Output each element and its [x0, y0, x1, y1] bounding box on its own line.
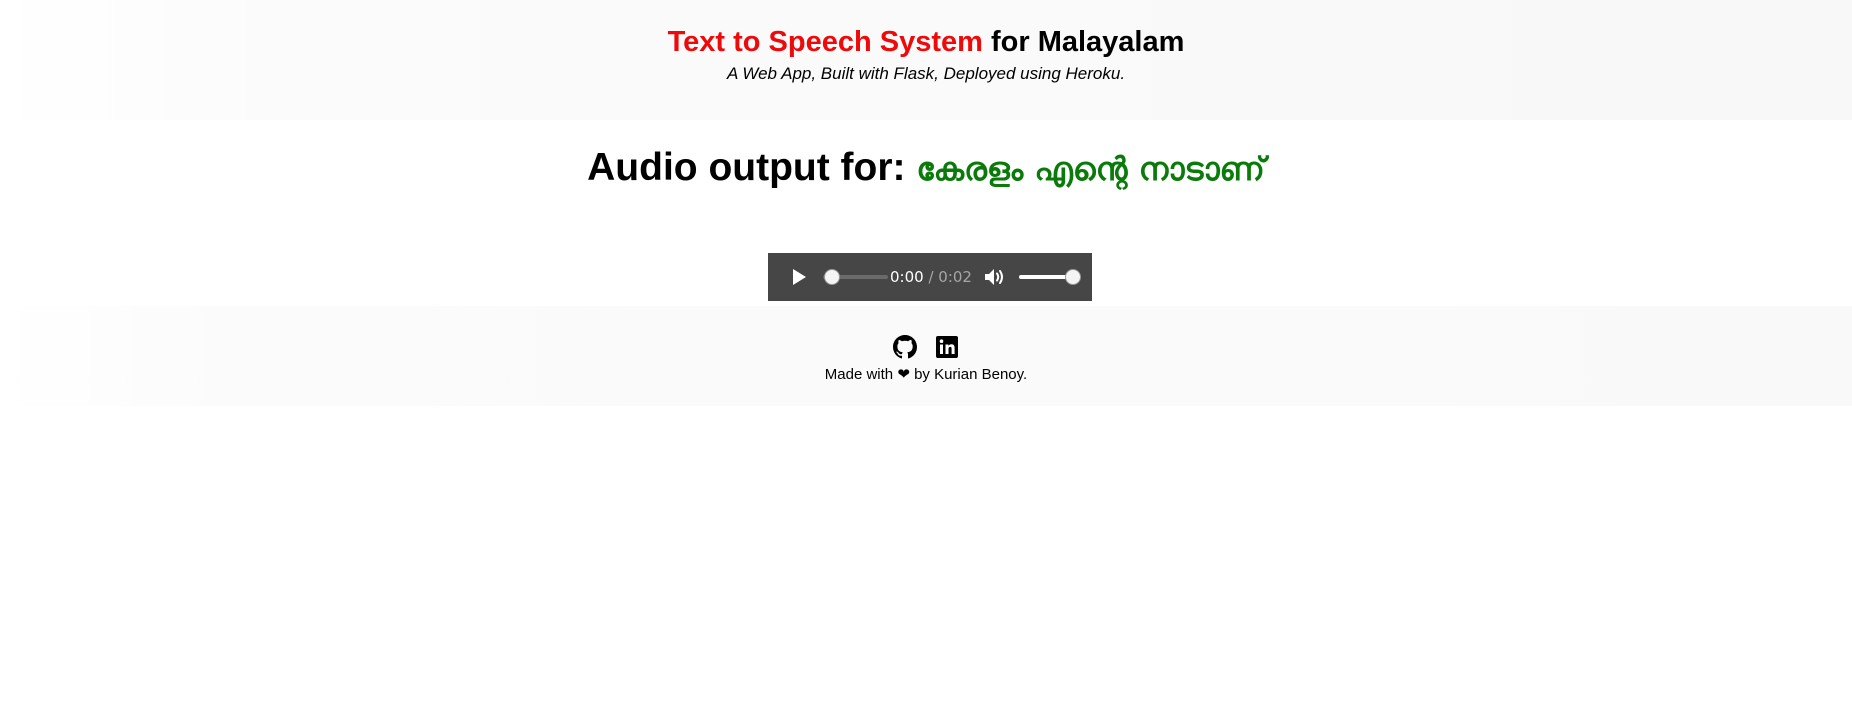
page-subtitle: A Web App, Built with Flask, Deployed us…	[726, 64, 1126, 83]
social-links	[0, 335, 1852, 359]
audio-player[interactable]: 0:00 / 0:02	[768, 253, 1092, 301]
credit-suffix: by Kurian Benoy.	[909, 366, 1028, 383]
credit-text: Made with ❤ by Kurian Benoy.	[0, 366, 1852, 384]
time-display: 0:00 / 0:02	[890, 268, 972, 286]
linkedin-link[interactable]	[935, 335, 959, 359]
mute-button[interactable]	[984, 267, 1006, 287]
play-button[interactable]	[786, 265, 810, 289]
play-icon	[793, 269, 806, 285]
volume-icon	[985, 269, 1003, 285]
time-separator: /	[923, 268, 939, 286]
title-rest: for Malayalam	[982, 26, 1185, 58]
page-title: Text to Speech System for Malayalam	[0, 24, 1852, 60]
seek-thumb[interactable]	[824, 269, 840, 285]
title-accent: Text to Speech System	[667, 26, 983, 58]
input-text: കേരളം എന്റെ നാടാണ്	[916, 150, 1265, 188]
github-link[interactable]	[893, 335, 917, 359]
linkedin-icon	[936, 336, 958, 358]
credit-prefix: Made with	[824, 366, 898, 383]
audio-output-heading: Audio output for: കേരളം എന്റെ നാടാണ്	[0, 143, 1852, 194]
current-time: 0:00	[890, 268, 924, 286]
heart-icon: ❤	[897, 366, 910, 383]
page-header: Text to Speech System for Malayalam A We…	[0, 0, 1852, 120]
volume-thumb[interactable]	[1065, 269, 1081, 285]
audio-output-label: Audio output for:	[587, 146, 917, 189]
duration: 0:02	[938, 268, 972, 286]
github-icon	[893, 335, 917, 359]
page-footer: Made with ❤ by Kurian Benoy.	[0, 306, 1852, 406]
